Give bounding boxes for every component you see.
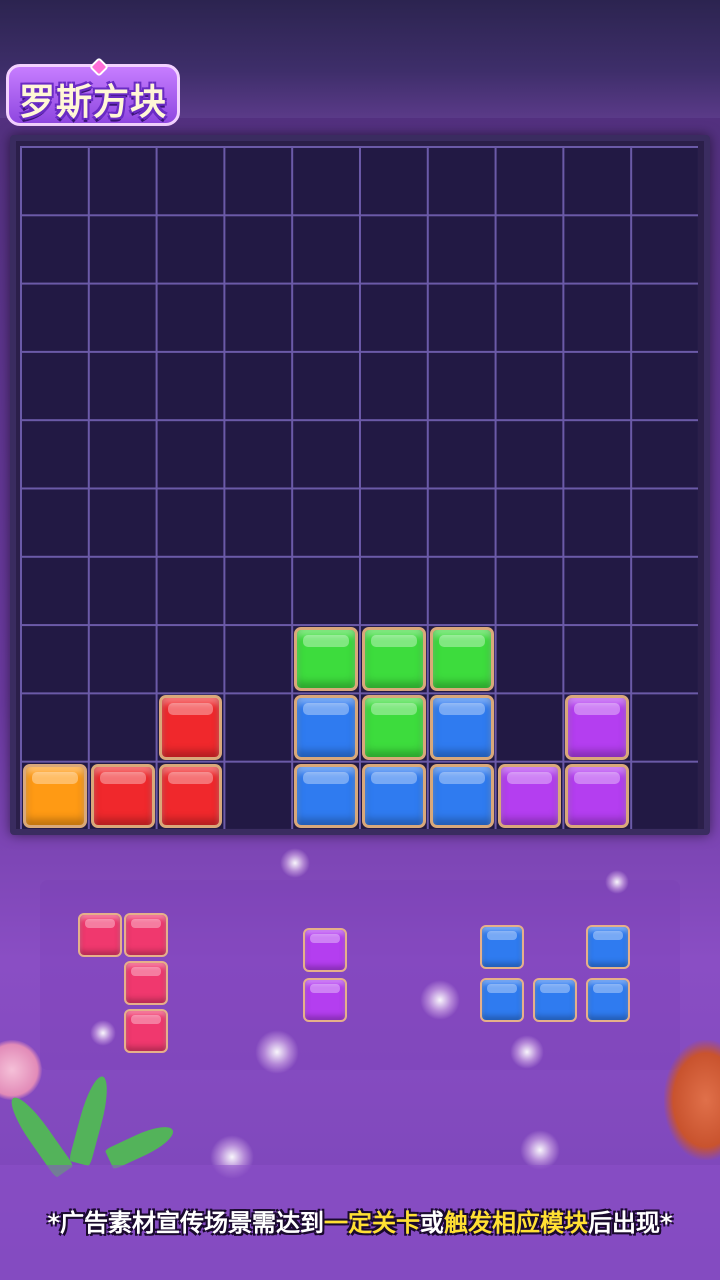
sparkle-icon bbox=[90, 1020, 116, 1046]
board-block-red bbox=[90, 763, 155, 828]
board-block-green bbox=[429, 627, 494, 692]
sparkle-icon bbox=[255, 1030, 299, 1074]
board-block-red bbox=[158, 695, 223, 760]
sparkle-icon bbox=[605, 870, 629, 894]
board-block-blue bbox=[294, 763, 358, 828]
piece-block-purple bbox=[303, 928, 347, 972]
board-block-purple bbox=[565, 695, 630, 760]
board-block-purple bbox=[497, 763, 562, 828]
sparkle-icon bbox=[510, 1035, 544, 1069]
piece-block-blue bbox=[586, 925, 630, 969]
board-block-green bbox=[362, 627, 426, 692]
board-block-green bbox=[294, 627, 358, 692]
board-block-blue bbox=[294, 695, 358, 760]
game-board-grid[interactable] bbox=[20, 146, 698, 829]
piece-block-pink bbox=[124, 961, 168, 1005]
piece-block-purple bbox=[303, 978, 347, 1022]
leaf-decoration-icon bbox=[104, 1120, 178, 1170]
caption-text: *广告素材宣传场景需达到 bbox=[47, 1209, 324, 1237]
piece-block-blue bbox=[586, 978, 630, 1022]
board-block-blue bbox=[429, 763, 494, 828]
caption-highlight: 一定关卡 bbox=[324, 1209, 420, 1237]
piece-block-blue bbox=[533, 978, 577, 1022]
piece-block-blue bbox=[480, 978, 524, 1022]
board-block-green bbox=[362, 695, 426, 760]
board-block-red bbox=[158, 763, 223, 828]
board-block-blue bbox=[429, 695, 494, 760]
sparkle-icon bbox=[420, 980, 460, 1020]
caption-text: 后出现* bbox=[588, 1209, 673, 1237]
caption-text: 或 bbox=[420, 1209, 444, 1237]
board-block-purple bbox=[565, 763, 630, 828]
board-block-blue bbox=[362, 763, 426, 828]
sparkle-icon bbox=[520, 1130, 560, 1170]
piece-block-pink bbox=[78, 913, 122, 957]
piece-block-pink bbox=[124, 1009, 168, 1053]
game-logo: 罗斯方块 bbox=[6, 64, 181, 126]
sparkle-icon bbox=[280, 848, 310, 878]
flower-decoration-icon bbox=[0, 1040, 42, 1100]
caption-highlight: 触发相应模块 bbox=[444, 1209, 588, 1237]
disclaimer-caption: *广告素材宣传场景需达到一定关卡或触发相应模块后出现* bbox=[0, 1203, 720, 1238]
board-block-orange bbox=[23, 763, 87, 828]
piece-block-pink bbox=[124, 913, 168, 957]
piece-block-blue bbox=[480, 925, 524, 969]
flower-decoration-icon bbox=[664, 1040, 720, 1160]
